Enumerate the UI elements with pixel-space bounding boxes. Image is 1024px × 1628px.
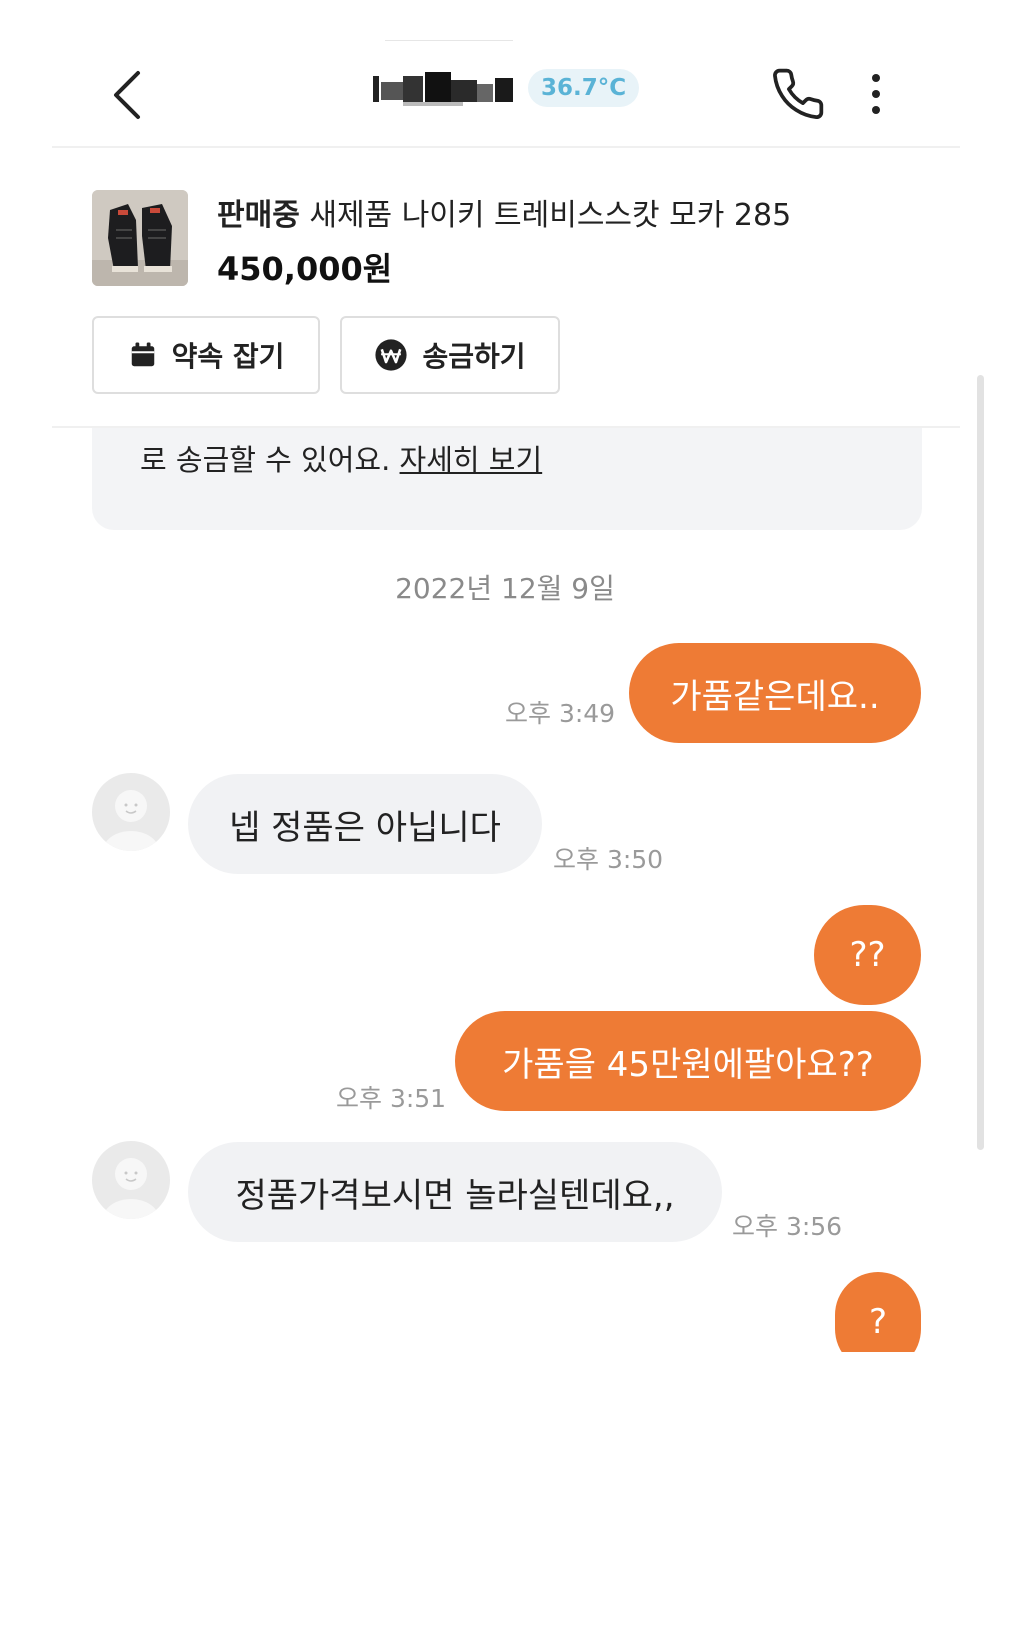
bottom-blank-area bbox=[0, 1352, 1024, 1628]
schedule-meeting-button[interactable]: 약속 잡기 bbox=[92, 316, 320, 394]
user-avatar-icon bbox=[103, 1158, 159, 1219]
message-time: 오후 3:50 bbox=[553, 845, 664, 874]
message-time: 오후 3:51 bbox=[336, 1084, 447, 1113]
message-text: 정품가격보시면 놀라실텐데요,, bbox=[235, 1175, 675, 1216]
send-money-button[interactable]: 송금하기 bbox=[340, 316, 560, 394]
product-title-line[interactable]: 판매중 새제품 나이키 트레비스스캇 모카 285 bbox=[217, 190, 791, 234]
manner-temperature-badge: 36.7°C bbox=[528, 69, 640, 107]
message-text: 가품을 45만원에팔아요?? bbox=[502, 1044, 874, 1085]
other-message-bubble[interactable]: 정품가격보시면 놀라실텐데요,, bbox=[188, 1142, 722, 1242]
nickname-blurred bbox=[373, 64, 523, 108]
notice-text: 로 송금할 수 있어요. bbox=[140, 443, 400, 477]
sneaker-image bbox=[92, 190, 188, 286]
header-divider bbox=[52, 146, 960, 148]
message-time: 오후 3:56 bbox=[732, 1212, 843, 1241]
back-button[interactable] bbox=[108, 68, 156, 122]
date-separator: 2022년 12월 9일 bbox=[395, 572, 615, 605]
sale-status: 판매중 bbox=[217, 198, 300, 233]
calendar-icon bbox=[131, 342, 154, 367]
product-price: 450,000원 bbox=[217, 250, 393, 288]
user-avatar-icon bbox=[103, 790, 159, 851]
phone-icon bbox=[773, 68, 824, 120]
avatar[interactable] bbox=[92, 773, 170, 851]
call-button[interactable] bbox=[770, 66, 826, 122]
more-options-button[interactable] bbox=[866, 70, 886, 118]
send-money-label: 송금하기 bbox=[422, 340, 526, 373]
schedule-meeting-label: 약속 잡기 bbox=[171, 340, 285, 373]
message-text: 넵 정품은 아닙니다 bbox=[229, 807, 501, 848]
notice-details-link[interactable]: 자세히 보기 bbox=[400, 443, 543, 477]
message-text: ? bbox=[868, 1302, 888, 1342]
my-message-bubble[interactable]: 가품을 45만원에팔아요?? bbox=[455, 1011, 921, 1111]
won-icon bbox=[375, 339, 408, 371]
my-message-bubble[interactable]: 가품같은데요.. bbox=[629, 643, 921, 743]
message-time: 오후 3:49 bbox=[505, 699, 616, 728]
product-title: 새제품 나이키 트레비스스캇 모카 285 bbox=[309, 198, 792, 233]
my-message-bubble[interactable]: ?? bbox=[814, 905, 921, 1005]
other-message-bubble[interactable]: 넵 정품은 아닙니다 bbox=[188, 774, 542, 874]
more-vertical-icon bbox=[872, 74, 880, 114]
chat-scrollbar[interactable] bbox=[977, 375, 984, 1150]
avatar[interactable] bbox=[92, 1141, 170, 1219]
chevron-left-icon bbox=[114, 71, 140, 119]
transfer-notice-text: 로 송금할 수 있어요. 자세히 보기 bbox=[140, 437, 542, 479]
message-text: ?? bbox=[849, 935, 886, 975]
header-top-divider bbox=[385, 40, 513, 41]
product-thumbnail[interactable] bbox=[92, 190, 188, 286]
message-text: 가품같은데요.. bbox=[670, 676, 880, 717]
